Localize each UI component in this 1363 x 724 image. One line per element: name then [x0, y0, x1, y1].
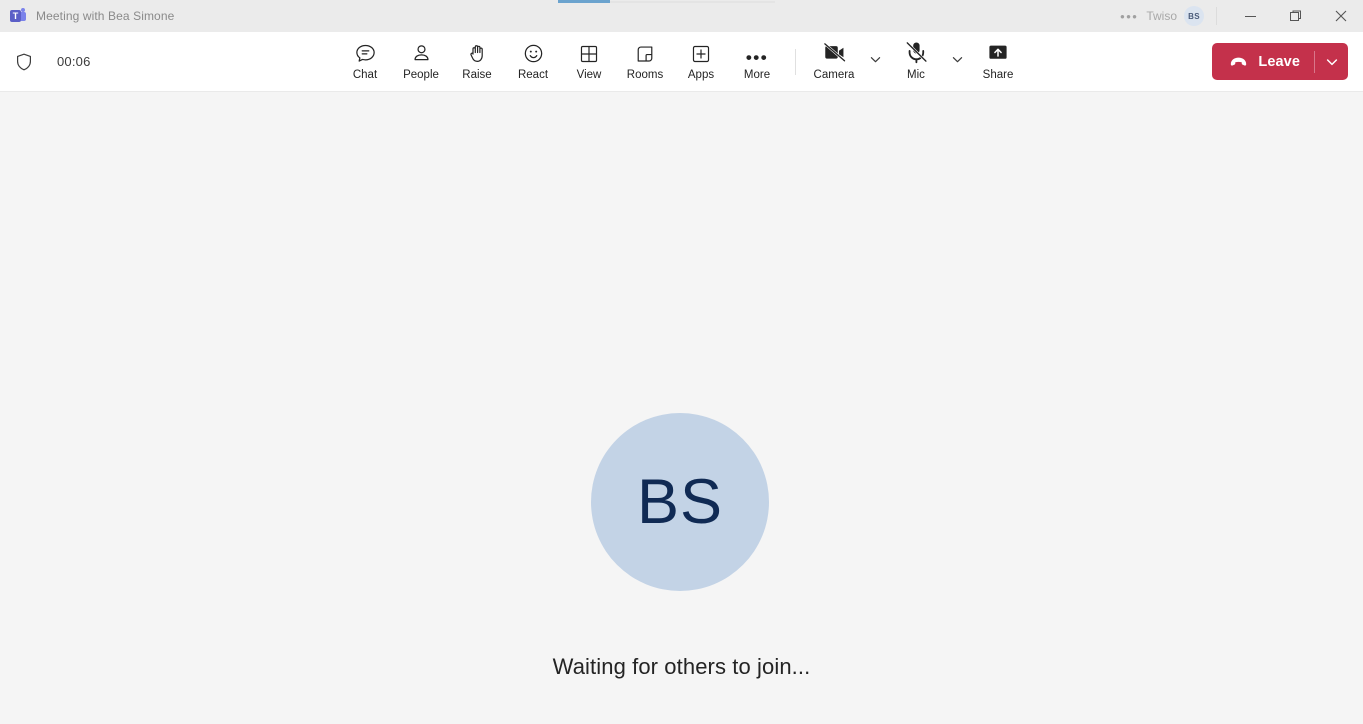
more-ellipsis-icon: •••	[745, 48, 769, 68]
participant-avatar: BS	[591, 413, 769, 591]
leave-options-chevron[interactable]	[1315, 43, 1348, 80]
active-tab-indicator	[558, 0, 610, 3]
org-name-label: Twiso	[1146, 9, 1177, 23]
view-button[interactable]: View	[561, 36, 617, 88]
view-label: View	[576, 69, 602, 82]
minimize-button[interactable]	[1228, 0, 1273, 32]
titlebar-overflow-icon[interactable]: •••	[1112, 10, 1146, 23]
meeting-stage: BS Waiting for others to join...	[0, 92, 1363, 724]
share-button[interactable]: Share	[970, 36, 1026, 88]
teams-meeting-window: T Meeting with Bea Simone ••• Twiso BS 0…	[0, 0, 1363, 724]
restore-button[interactable]	[1273, 0, 1318, 32]
apps-button[interactable]: Apps	[673, 36, 729, 88]
camera-options-chevron[interactable]	[862, 34, 888, 86]
apps-plus-icon	[690, 41, 712, 65]
chat-button[interactable]: Chat	[337, 36, 393, 88]
react-smiley-icon	[522, 41, 545, 65]
react-label: React	[517, 69, 549, 82]
raise-hand-icon	[466, 41, 489, 65]
toolbar-right-group: Leave	[1212, 32, 1348, 91]
mic-options-chevron[interactable]	[944, 34, 970, 86]
chevron-down-icon	[1326, 58, 1337, 65]
camera-label: Camera	[813, 69, 855, 82]
camera-off-icon	[822, 41, 847, 65]
chat-icon	[354, 41, 377, 65]
share-label: Share	[982, 69, 1014, 82]
title-bar: T Meeting with Bea Simone ••• Twiso BS	[0, 0, 1363, 32]
react-button[interactable]: React	[505, 36, 561, 88]
meeting-timer: 00:06	[57, 54, 91, 69]
toolbar-center-group: Chat People Raise React View Rooms Apps …	[337, 32, 1026, 91]
tab-indicator-track	[610, 1, 775, 3]
title-bar-right-controls: ••• Twiso BS	[1112, 0, 1363, 32]
restore-icon	[1289, 10, 1301, 21]
minimize-icon	[1245, 15, 1256, 17]
toolbar-left-group: 00:06	[0, 32, 91, 91]
rooms-label: Rooms	[626, 69, 664, 82]
rooms-button[interactable]: Rooms	[617, 36, 673, 88]
raise-hand-button[interactable]: Raise	[449, 36, 505, 88]
teams-logo-icon: T	[10, 8, 26, 24]
toolbar-divider	[795, 48, 796, 75]
chat-label: Chat	[352, 69, 378, 82]
close-icon	[1335, 10, 1346, 22]
rooms-icon	[634, 41, 656, 65]
participant-avatar-initials: BS	[636, 467, 724, 537]
mic-control-group: Mic	[888, 34, 970, 90]
mic-button[interactable]: Mic	[888, 36, 944, 88]
camera-control-group: Camera	[806, 34, 888, 90]
chevron-down-icon	[952, 57, 962, 63]
leave-button[interactable]: Leave	[1212, 43, 1348, 80]
apps-label: Apps	[687, 69, 715, 82]
share-screen-icon	[986, 41, 1010, 65]
camera-button[interactable]: Camera	[806, 36, 862, 88]
more-button[interactable]: ••• More	[729, 36, 785, 88]
close-button[interactable]	[1318, 0, 1363, 32]
people-icon	[410, 41, 433, 65]
shield-icon[interactable]	[14, 52, 34, 72]
mic-label: Mic	[907, 69, 925, 82]
hangup-icon	[1228, 51, 1249, 72]
more-label: More	[743, 69, 771, 82]
titlebar-divider	[1216, 7, 1217, 25]
people-button[interactable]: People	[393, 36, 449, 88]
leave-label: Leave	[1258, 53, 1300, 70]
raise-hand-label: Raise	[462, 69, 492, 82]
teams-logo-letter: T	[12, 10, 19, 21]
user-avatar[interactable]: BS	[1184, 6, 1204, 26]
mic-off-icon	[904, 41, 929, 65]
window-title: Meeting with Bea Simone	[36, 9, 175, 23]
people-label: People	[403, 69, 439, 82]
meeting-toolbar: 00:06 Chat People Raise React View Rooms…	[0, 32, 1363, 92]
chevron-down-icon	[870, 57, 880, 63]
waiting-status-text: Waiting for others to join...	[552, 654, 811, 679]
view-grid-icon	[578, 41, 600, 65]
